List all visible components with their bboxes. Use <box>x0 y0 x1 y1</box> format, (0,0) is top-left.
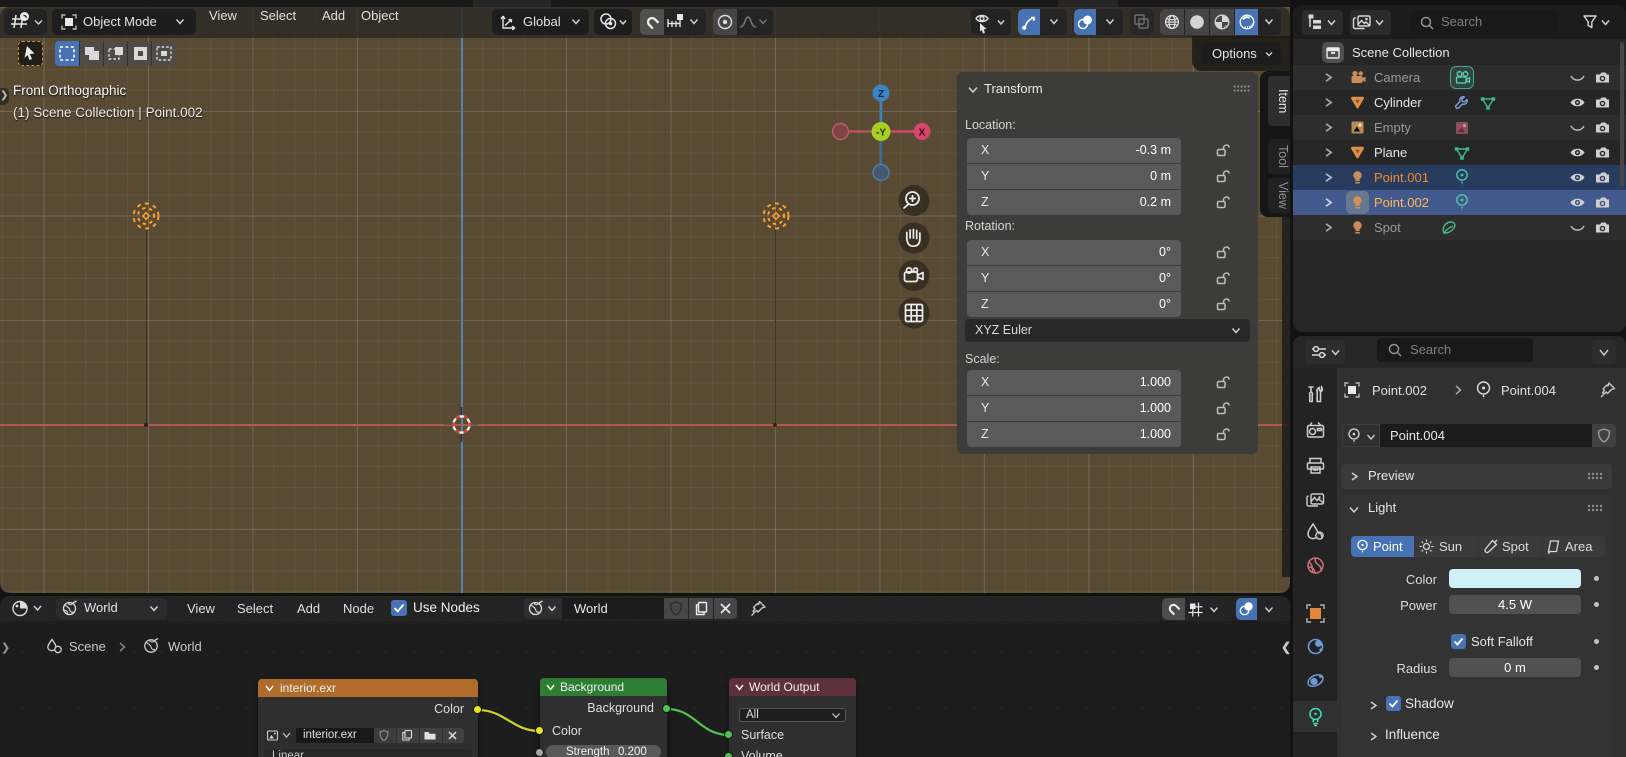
svg-text:Z: Z <box>878 89 884 100</box>
svg-text:X: X <box>919 128 926 139</box>
svg-text:-Y: -Y <box>876 128 886 139</box>
